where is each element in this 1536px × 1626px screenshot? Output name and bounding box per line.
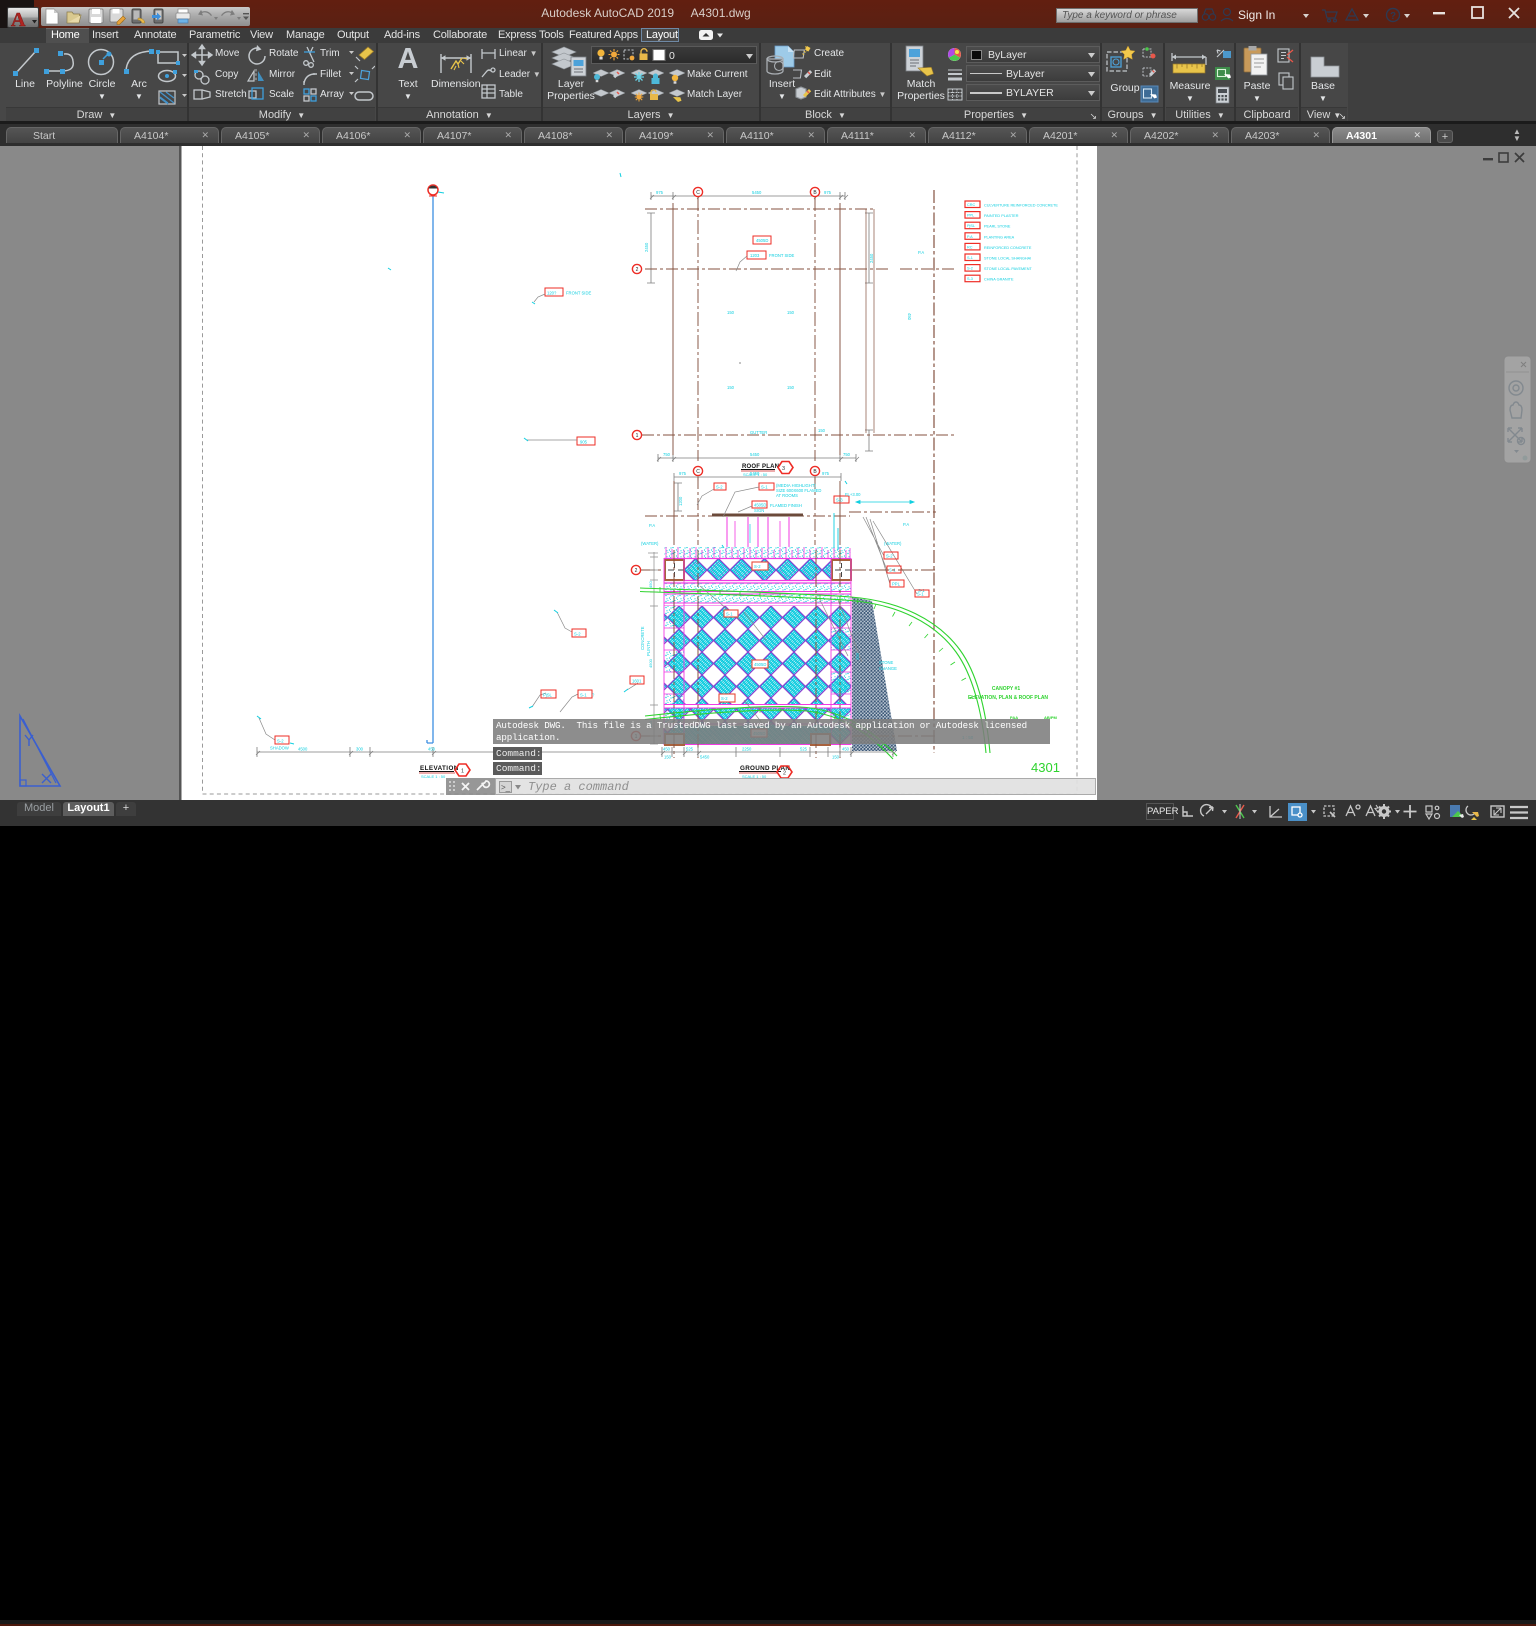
svg-text:PPL: PPL (967, 214, 974, 218)
svg-text:450: 450 (648, 581, 653, 588)
svg-text:3: 3 (782, 466, 785, 472)
svg-text:4500: 4500 (298, 747, 308, 752)
svg-text:PjSL: PjSL (543, 693, 553, 698)
svg-text:975: 975 (656, 190, 664, 195)
svg-text:SCALE 1 : 50: SCALE 1 : 50 (421, 774, 446, 779)
svg-text:4500: 4500 (648, 658, 653, 668)
svg-text:FRONT SIDE: FRONT SIDE (769, 253, 794, 258)
svg-text:Sign In: Sign In (1238, 8, 1275, 22)
svg-text:450: 450 (907, 313, 912, 321)
svg-text:CRC: CRC (967, 203, 975, 207)
svg-text:C: C (696, 190, 700, 196)
svg-text:150: 150 (787, 310, 795, 315)
svg-text:PjSL: PjSL (967, 224, 975, 228)
svg-text:S-2: S-2 (716, 485, 723, 490)
svg-text:905: 905 (580, 440, 588, 445)
svg-text:150: 150 (664, 755, 672, 760)
svg-text:150: 150 (818, 428, 826, 433)
svg-text:A: A (11, 9, 26, 29)
svg-text:PAINTED PLASTER: PAINTED PLASTER (984, 214, 1019, 218)
svg-text:975: 975 (822, 471, 830, 476)
svg-text:?: ? (1390, 11, 1396, 22)
svg-text:450: 450 (842, 747, 850, 752)
svg-text:2: 2 (636, 267, 639, 273)
svg-text:CONCRETE: CONCRETE (640, 626, 645, 650)
svg-text:S-2: S-2 (277, 739, 284, 744)
svg-text:SIGN: SIGN (754, 508, 764, 513)
svg-text:PLANTING AREA: PLANTING AREA (984, 235, 1015, 239)
svg-text:450: 450 (428, 747, 436, 752)
svg-text:S-3: S-3 (836, 498, 843, 503)
svg-text:975: 975 (679, 471, 687, 476)
svg-text:S-1: S-1 (726, 612, 733, 617)
svg-text:FRONT SIDE: FRONT SIDE (566, 291, 591, 296)
svg-text:2450: 2450 (644, 242, 649, 252)
svg-text:5450: 5450 (700, 755, 710, 760)
svg-text:S-1: S-1 (917, 592, 924, 597)
svg-text:PEARL STONE: PEARL STONE (984, 225, 1011, 229)
svg-text:S-2: S-2 (721, 696, 728, 701)
svg-text:5450: 5450 (750, 452, 760, 457)
svg-text:120?: 120? (547, 291, 557, 296)
svg-text:P.A: P.A (918, 250, 924, 255)
svg-text:STONE LOCAL SHANGHAI: STONE LOCAL SHANGHAI (984, 257, 1031, 261)
svg-text:C: C (696, 469, 700, 475)
svg-text:S-3: S-3 (967, 277, 973, 281)
svg-text:4301: 4301 (1031, 760, 1060, 775)
svg-text:CHINA GRANITE: CHINA GRANITE (984, 278, 1014, 282)
svg-text:SHADOW: SHADOW (270, 746, 289, 751)
svg-text:5450: 5450 (752, 190, 762, 195)
svg-text:2250: 2250 (742, 747, 752, 752)
svg-text:FLAMED FINISH: FLAMED FINISH (770, 503, 802, 508)
svg-text:AT ROOMS: AT ROOMS (776, 493, 798, 498)
svg-text:RC: RC (967, 245, 973, 249)
svg-text:SCALE 1 : 50: SCALE 1 : 50 (743, 472, 768, 477)
svg-text:P.A: P.A (967, 235, 973, 239)
svg-text:S-2: S-2 (574, 632, 581, 637)
svg-text:PPL: PPL (892, 582, 901, 587)
svg-text:1601: 1601 (632, 679, 642, 684)
svg-text:750: 750 (843, 452, 851, 457)
svg-text:CULVERTURE REINFORCED CONCRETE: CULVERTURE REINFORCED CONCRETE (984, 204, 1058, 208)
svg-text:750: 750 (663, 452, 671, 457)
svg-text:S-2: S-2 (967, 267, 973, 271)
svg-text:1: 1 (636, 433, 639, 439)
svg-text:GUTTER: GUTTER (750, 430, 767, 435)
svg-text:REINFORCED CONCRETE: REINFORCED CONCRETE (984, 246, 1032, 250)
svg-text:S-1: S-1 (761, 485, 768, 490)
svg-text:CANOPY #1: CANOPY #1 (992, 686, 1020, 692)
svg-text:525: 525 (800, 747, 808, 752)
svg-text:150: 150 (832, 755, 840, 760)
svg-text:ELEVATION, PLAN & ROOF PLAN: ELEVATION, PLAN & ROOF PLAN (968, 695, 1048, 701)
svg-text:S-1: S-1 (967, 256, 973, 260)
svg-text:150: 150 (727, 310, 735, 315)
svg-text:1203: 1203 (750, 253, 760, 258)
svg-text:CHANGE: CHANGE (879, 666, 897, 671)
svg-text:2: 2 (783, 771, 786, 777)
svg-text:150: 150 (727, 385, 735, 390)
svg-text:4505D: 4505D (754, 503, 766, 508)
svg-text:300: 300 (356, 747, 364, 752)
svg-text:450: 450 (663, 747, 671, 752)
svg-text:FL+3.00: FL+3.00 (845, 492, 861, 497)
svg-text:S-1: S-1 (580, 693, 587, 698)
svg-text:4505D: 4505D (754, 662, 766, 667)
svg-text:(WATER): (WATER) (641, 541, 659, 546)
svg-text:P.A: P.A (649, 523, 655, 528)
svg-text:STONE: STONE (879, 660, 894, 665)
svg-text:2450: 2450 (869, 253, 874, 263)
svg-text:450: 450 (855, 652, 860, 660)
svg-text:1: 1 (461, 769, 464, 775)
svg-text:PLINTH: PLINTH (646, 641, 651, 656)
svg-text:STONE LOCAL PAVEMENT: STONE LOCAL PAVEMENT (984, 267, 1032, 271)
svg-text:4505D: 4505D (756, 238, 768, 243)
svg-text:150: 150 (787, 385, 795, 390)
svg-text:1200: 1200 (678, 496, 683, 506)
svg-text:525: 525 (686, 747, 694, 752)
svg-text:S-2: S-2 (886, 554, 893, 559)
svg-text:2: 2 (635, 568, 638, 574)
svg-text:P.A: P.A (903, 522, 909, 527)
svg-text:S-2: S-2 (754, 564, 761, 569)
svg-text:975: 975 (824, 190, 832, 195)
